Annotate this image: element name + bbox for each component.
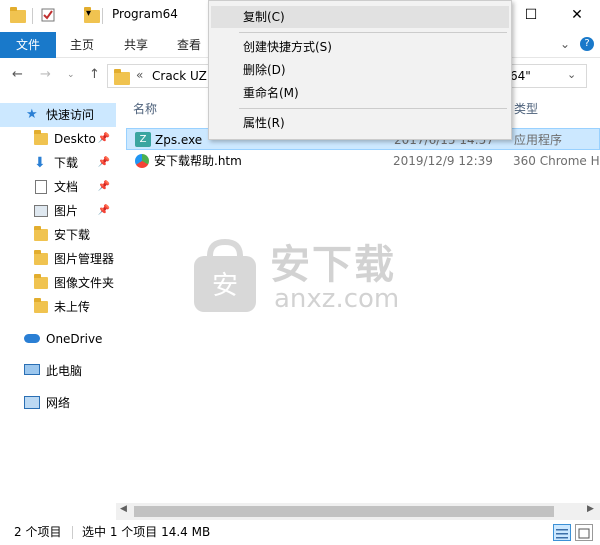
sidebar-item-pictures[interactable]: 图片 📌 [0,199,116,223]
large-icons-view-icon [578,528,590,539]
menu-item-properties[interactable]: 属性(R) [211,112,509,134]
details-view-icon [556,529,568,539]
folder-icon [34,226,48,241]
column-header-name[interactable]: 名称 [133,98,157,120]
browser-icon [135,154,149,168]
scroll-right-icon[interactable]: ▶ [587,504,594,514]
download-arrow-icon: ⬇ [34,155,46,171]
address-dropdown-icon[interactable]: ⌄ [567,68,576,81]
exe-icon: Z [135,132,151,147]
file-name: 安下载帮助.htm [154,154,242,168]
scroll-left-icon[interactable]: ◀ [120,504,127,514]
menu-item-rename[interactable]: 重命名(M) [211,82,509,104]
sidebar-item-quick-access[interactable]: ★ 快速访问 [0,103,116,127]
pin-icon[interactable]: 📌 [98,151,110,175]
file-date: 2019/12/9 12:39 [393,154,493,168]
tab-view[interactable]: 查看 [177,32,201,58]
file-type: 应用程序 [514,133,563,147]
details-view-button[interactable] [553,524,571,541]
star-icon: ★ [26,107,38,122]
forward-icon[interactable]: → [40,67,51,82]
document-icon [35,180,47,194]
pin-icon[interactable]: 📌 [98,175,110,199]
file-type: 360 Chrome H [513,154,600,168]
item-count: 2 个项目 [14,525,62,539]
sidebar-item-not-uploaded[interactable]: 未上传 [0,295,116,319]
back-icon[interactable]: ← [12,67,23,82]
computer-icon [24,364,40,375]
file-name: Zps.exe [155,133,203,147]
sidebar-item-this-pc[interactable]: 此电脑 [0,359,116,383]
sidebar-item-onedrive[interactable]: OneDrive [0,327,116,351]
tab-home[interactable]: 主页 [70,32,94,58]
expand-ribbon-icon[interactable]: ⌄ [560,37,570,51]
window-title: Program64 [112,7,178,21]
selection-info: 选中 1 个项目 14.4 MB [82,525,211,539]
address-folder-icon [114,69,130,85]
properties-icon[interactable] [40,7,56,26]
watermark-logo: 安 安下载 anxz.com [190,232,420,322]
folder-icon [34,130,48,145]
sidebar-item-anxz[interactable]: 安下载 [0,223,116,247]
sidebar-item-downloads[interactable]: ⬇ 下载 📌 [0,151,116,175]
menu-item-copy[interactable]: 复制(C) [211,6,509,28]
tab-share[interactable]: 共享 [124,32,148,58]
horizontal-scrollbar[interactable]: ◀ ▶ [116,503,600,520]
sidebar-item-image-folder[interactable]: 图像文件夹 [0,271,116,295]
watermark-domain: anxz.com [274,284,400,314]
svg-text:安: 安 [212,271,238,301]
network-icon [24,396,40,409]
menu-item-delete[interactable]: 删除(D) [211,59,509,81]
sidebar-item-network[interactable]: 网络 [0,391,116,415]
navigation-pane: ★ 快速访问 Deskto 📌 ⬇ 下载 📌 文档 📌 图片 📌 安下载 图片管… [0,94,116,519]
sidebar-item-documents[interactable]: 文档 📌 [0,175,116,199]
sidebar-item-desktop[interactable]: Deskto 📌 [0,127,116,151]
up-icon[interactable]: ↑ [89,67,100,82]
recent-dropdown-icon[interactable]: ⌄ [67,70,75,80]
explorer-window: ▾ Program64 — ☐ ✕ 文件 主页 共享 查看 ⌄ ? ← → ⌄ … [0,0,600,545]
breadcrumb-overflow[interactable]: « [136,68,143,82]
sidebar-item-image-manager[interactable]: 图片管理器 [0,247,116,271]
pin-icon[interactable]: 📌 [98,127,110,151]
breadcrumb-tail: 64" [510,69,531,83]
folder-icon [34,298,48,313]
folder-icon [34,274,48,289]
customize-toolbar-icon[interactable]: ▾ [86,8,91,19]
help-icon[interactable]: ? [580,37,594,51]
watermark-brand: 安下载 [270,242,396,288]
pin-icon[interactable]: 📌 [98,199,110,223]
scrollbar-thumb[interactable] [134,506,554,517]
tab-file[interactable]: 文件 [0,32,56,58]
menu-item-create-shortcut[interactable]: 创建快捷方式(S) [211,36,509,58]
large-icons-view-button[interactable] [575,524,593,541]
status-bar: 2 个项目 选中 1 个项目 14.4 MB [0,520,600,545]
cloud-icon [24,334,40,343]
maximize-button[interactable]: ☐ [508,0,554,30]
picture-icon [34,205,48,217]
context-menu: 复制(C) 创建快捷方式(S) 删除(D) 重命名(M) 属性(R) [208,0,512,140]
breadcrumb-path[interactable]: Crack UZ1 [152,69,214,83]
folder-icon [10,7,26,23]
close-button[interactable]: ✕ [554,0,600,30]
file-row[interactable]: 安下载帮助.htm 2019/12/9 12:39 360 Chrome H [126,150,600,172]
folder-icon [34,250,48,265]
shield-bag-icon: 安 [194,238,256,312]
column-header-type[interactable]: 类型 [514,98,538,120]
